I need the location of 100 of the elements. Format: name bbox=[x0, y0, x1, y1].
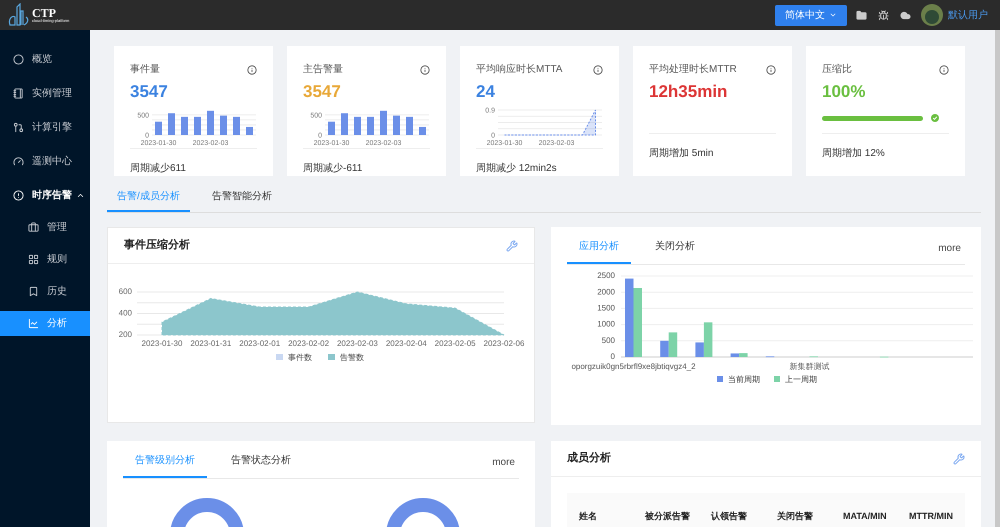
info-icon[interactable] bbox=[247, 64, 257, 74]
menu-icon bbox=[28, 318, 39, 329]
bar bbox=[419, 127, 426, 136]
bar bbox=[328, 122, 335, 136]
check-circle-icon bbox=[931, 114, 939, 122]
axis-tick: 200 bbox=[118, 330, 132, 340]
column-header: MATA/MIN bbox=[842, 510, 888, 522]
bar bbox=[406, 117, 413, 136]
axis-tick: 0 bbox=[610, 352, 615, 362]
column-header: 姓名 bbox=[578, 510, 598, 522]
axis-tick: 2023-01-31 bbox=[190, 339, 232, 348]
sidebar-item[interactable]: 计算引擎 bbox=[0, 115, 90, 140]
card-footer-text: 周期增加 5min bbox=[649, 148, 714, 159]
axis-tick: 2023-02-06 bbox=[484, 339, 524, 348]
info-icon[interactable] bbox=[766, 64, 776, 74]
menu-icon bbox=[13, 156, 24, 167]
card-title: 事件量 bbox=[130, 62, 160, 77]
axis-tick: 1500 bbox=[597, 304, 615, 312]
axis-tick: 2023-02-01 bbox=[239, 339, 280, 348]
card-value: 24 bbox=[476, 81, 496, 102]
axis-tick: 400 bbox=[118, 308, 132, 318]
bar bbox=[181, 117, 188, 136]
card-footer-text: 周期减少611 bbox=[130, 163, 186, 174]
bug-icon[interactable] bbox=[878, 10, 889, 20]
legend-label[interactable]: 告警数 bbox=[340, 353, 364, 362]
bar bbox=[194, 117, 201, 136]
axis-tick: oporgzuik0gn5rbrfl9xe8jbtiqvgz4_2 bbox=[571, 362, 696, 371]
axis-tick: 2023-02-05 bbox=[434, 339, 476, 348]
axis-tick: 2023-02-04 bbox=[386, 339, 427, 348]
tab[interactable]: 告警状态分析 bbox=[219, 453, 303, 478]
language-select[interactable]: 简体中文 bbox=[775, 4, 847, 26]
axis-tick: 2023-02-02 bbox=[288, 339, 330, 348]
axis-tick: 2023-02-03 bbox=[336, 339, 378, 348]
logo-title: CTP bbox=[32, 7, 56, 19]
bar bbox=[246, 127, 253, 136]
card-value: 12h35min bbox=[649, 81, 728, 102]
column-header: 被分派告警 bbox=[644, 510, 691, 522]
bar bbox=[367, 117, 374, 136]
more-link[interactable]: more bbox=[938, 241, 965, 264]
card-title: 压缩比 bbox=[822, 62, 852, 77]
menu-icon bbox=[13, 54, 24, 65]
chevron-up-icon bbox=[76, 191, 85, 200]
column-header: MTTR/MIN bbox=[908, 510, 954, 522]
folder-icon[interactable] bbox=[856, 10, 867, 20]
bar bbox=[233, 117, 240, 136]
chevron-down-icon bbox=[829, 11, 837, 19]
bar bbox=[207, 111, 214, 136]
sidebar-item[interactable]: 遥测中心 bbox=[0, 149, 90, 174]
menu-icon bbox=[13, 122, 24, 133]
cloud-icon[interactable] bbox=[900, 10, 911, 20]
bar bbox=[393, 116, 400, 136]
sidebar-item[interactable]: 规则 bbox=[0, 247, 90, 272]
info-icon[interactable] bbox=[939, 64, 949, 74]
panel-title: 事件压缩分析 bbox=[124, 238, 190, 254]
axis-tick: 600 bbox=[118, 287, 132, 296]
sidebar-item[interactable]: 管理 bbox=[0, 215, 90, 240]
axis-tick: 新集群测试 bbox=[790, 362, 830, 371]
bar bbox=[380, 111, 387, 136]
column-header: 关闭告警 bbox=[776, 510, 814, 522]
card-value: 100% bbox=[822, 81, 866, 102]
menu-icon bbox=[13, 190, 24, 201]
legend-label[interactable]: 事件数 bbox=[288, 353, 312, 362]
card-title: 主告警量 bbox=[303, 62, 343, 77]
avatar[interactable] bbox=[921, 4, 943, 26]
bar bbox=[220, 116, 227, 136]
menu-icon bbox=[13, 88, 24, 99]
more-link[interactable]: more bbox=[492, 455, 519, 478]
card-title: 平均响应时长MTTA bbox=[476, 62, 562, 77]
info-icon[interactable] bbox=[593, 64, 603, 74]
axis-tick: 2000 bbox=[597, 287, 615, 296]
bar bbox=[634, 288, 642, 357]
sidebar-item[interactable]: 历史 bbox=[0, 279, 90, 304]
bar bbox=[354, 117, 361, 136]
legend-label[interactable]: 当前周期 bbox=[728, 375, 760, 384]
sidebar-item[interactable]: 时序告警 bbox=[0, 183, 90, 208]
legend-label[interactable]: 上一周期 bbox=[785, 375, 817, 384]
panel-title: 成员分析 bbox=[567, 450, 611, 466]
card-footer-text: 周期减少 12min2s bbox=[476, 163, 557, 174]
bar bbox=[155, 122, 162, 136]
tab[interactable]: 关闭分析 bbox=[643, 239, 707, 264]
axis-tick: 500 bbox=[602, 336, 615, 345]
menu-icon bbox=[28, 222, 39, 233]
bar bbox=[341, 113, 348, 136]
card-value: 3547 bbox=[303, 81, 342, 102]
sidebar-item[interactable]: 实例管理 bbox=[0, 81, 90, 106]
card-footer-text: 周期增加 12% bbox=[822, 148, 885, 159]
menu-icon bbox=[28, 254, 39, 265]
info-icon[interactable] bbox=[420, 64, 430, 74]
sidebar-item[interactable]: 概览 bbox=[0, 47, 90, 72]
column-header: 认领告警 bbox=[710, 510, 748, 522]
menu-icon bbox=[28, 286, 39, 297]
bar bbox=[168, 113, 175, 136]
card-value: 3547 bbox=[130, 81, 169, 102]
axis-tick: 1000 bbox=[597, 320, 615, 329]
user-name[interactable]: 默认用户 bbox=[948, 8, 988, 22]
logo-icon bbox=[8, 3, 30, 27]
tab[interactable]: 告警智能分析 bbox=[202, 189, 282, 212]
axis-tick: 2023-01-30 bbox=[142, 339, 182, 348]
axis-tick: 2500 bbox=[597, 271, 615, 280]
card-footer-text: 周期减少-611 bbox=[303, 163, 362, 174]
